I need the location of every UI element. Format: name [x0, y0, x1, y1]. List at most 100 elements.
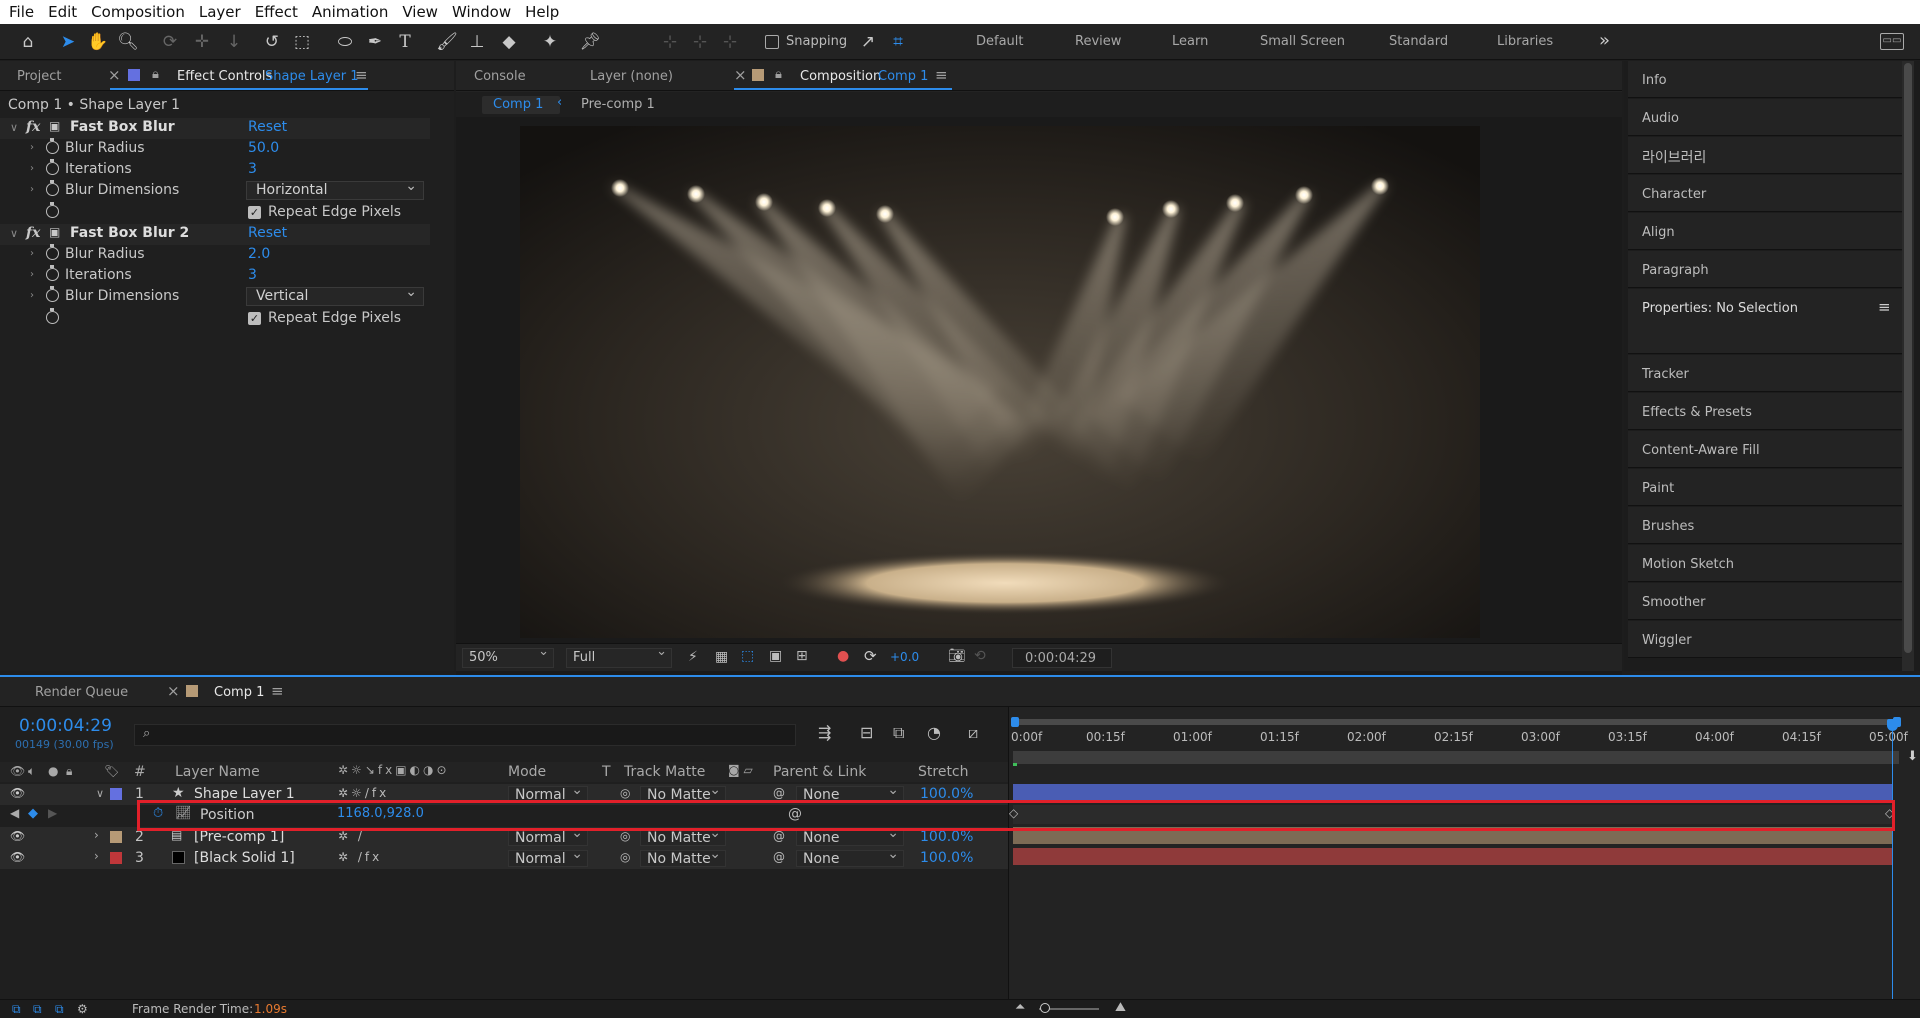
tab-comp1[interactable]: Comp 1 — [214, 685, 264, 700]
timeline-search-input[interactable]: ⌕ — [134, 724, 796, 746]
parent-pickwhip-icon[interactable]: @ — [773, 829, 785, 843]
layer-switches[interactable]: ✲☼/fx — [338, 786, 389, 800]
menu-window[interactable]: Window — [452, 3, 511, 21]
channels-icon[interactable]: ● — [837, 648, 849, 664]
column-stretch[interactable]: Stretch — [918, 764, 969, 780]
expand-icon[interactable]: › — [30, 142, 34, 153]
render-range-bar[interactable] — [1013, 751, 1899, 764]
type-tool-icon[interactable]: T — [393, 30, 417, 54]
transparency-grid-icon[interactable]: ▦ — [715, 649, 728, 665]
close-tab-icon[interactable]: × — [108, 66, 121, 84]
expand-icon[interactable]: › — [30, 290, 34, 301]
tab-project[interactable]: Project — [17, 69, 61, 84]
fast-previews-icon[interactable]: ⚡ — [688, 649, 698, 665]
panel-content-aware-fill[interactable]: Content-Aware Fill — [1628, 431, 1902, 468]
tab-effect-controls-layer[interactable]: Shape Layer 1 — [265, 69, 359, 84]
grid-guides-icon[interactable]: ⊞ — [796, 648, 808, 664]
menu-view[interactable]: View — [402, 3, 438, 21]
frame-blending-icon[interactable]: ⧉ — [893, 723, 904, 743]
tab-console[interactable]: Console — [474, 69, 526, 84]
lock-icon[interactable]: 🔒︎ — [152, 67, 159, 82]
motion-blur-icon[interactable]: ◔ — [927, 723, 941, 742]
composition-canvas[interactable] — [520, 126, 1480, 638]
blur-radius-value[interactable]: 50.0 — [248, 140, 279, 156]
zoom-dropdown[interactable]: 50% — [462, 644, 554, 668]
mask-path-icon[interactable]: ⬚ — [741, 648, 754, 664]
column-mode[interactable]: Mode — [508, 764, 546, 780]
puppet-tool-icon[interactable]: 📌︎ — [578, 30, 602, 54]
stopwatch-icon[interactable] — [46, 265, 59, 281]
repeat-edge-checkbox[interactable]: ✓ — [248, 312, 261, 325]
layer-name[interactable]: [Black Solid 1] — [194, 850, 295, 866]
column-layer-name[interactable]: Layer Name — [175, 764, 260, 780]
prev-keyframe-icon[interactable]: ◀ — [10, 806, 19, 820]
blur-dimensions-dropdown[interactable]: Horizontal — [246, 178, 424, 200]
axis-view-icon[interactable]: ⊹ — [718, 30, 742, 54]
pen-tool-icon[interactable]: ✒ — [363, 30, 387, 54]
parent-dropdown[interactable]: None — [796, 825, 904, 846]
eye-icon[interactable]: 👁︎ — [10, 829, 25, 843]
column-parent-link[interactable]: Parent & Link — [773, 764, 866, 780]
snap-edges-icon[interactable]: ↗ — [856, 30, 880, 54]
stopwatch-icon[interactable] — [46, 308, 59, 324]
pan-camera-icon[interactable]: ✛ — [190, 30, 214, 54]
add-keyframe-icon[interactable]: ◆ — [28, 806, 38, 821]
panel-menu-icon[interactable]: ≡ — [271, 682, 284, 700]
menu-animation[interactable]: Animation — [312, 3, 388, 21]
modes-toggle-icon[interactable]: ⧉ — [33, 1002, 42, 1017]
close-tab-icon[interactable]: × — [167, 682, 180, 700]
stopwatch-icon[interactable] — [46, 244, 59, 260]
playhead-line[interactable] — [1892, 719, 1893, 1018]
selection-tool-icon[interactable]: ➤ — [56, 30, 80, 54]
parent-dropdown[interactable]: None — [796, 846, 904, 867]
panel-paint[interactable]: Paint — [1628, 469, 1902, 506]
graph-editor-icon[interactable]: ⧄ — [968, 723, 978, 743]
matte-link-icon[interactable]: ◎ — [620, 786, 630, 800]
panel-wiggler[interactable]: Wiggler — [1628, 621, 1902, 658]
effect-header-row[interactable]: ∨ fx ▣ Fast Box Blur Reset — [0, 118, 430, 139]
region-of-interest-icon[interactable]: ▣ — [769, 648, 782, 664]
fx-icon[interactable]: fx — [26, 225, 40, 241]
workspaces-overflow-icon[interactable]: » — [1599, 30, 1610, 51]
pan-behind-tool-icon[interactable]: ⬚ — [290, 30, 314, 54]
stopwatch-icon[interactable] — [46, 159, 59, 175]
timeline-timecode[interactable]: 0:00:04:29 — [19, 716, 112, 736]
expand-icon[interactable]: › — [30, 248, 34, 259]
scrollbar-thumb[interactable] — [1904, 63, 1912, 653]
right-panels-scrollbar[interactable] — [1902, 61, 1914, 671]
workspace-default[interactable]: Default — [976, 34, 1024, 49]
panel-paragraph[interactable]: Paragraph — [1628, 251, 1902, 288]
stopwatch-icon[interactable] — [46, 138, 59, 154]
stretch-toggle-icon[interactable]: ⚙︎ — [77, 1002, 88, 1016]
tab-layer[interactable]: Layer (none) — [590, 69, 673, 84]
axis-world-icon[interactable]: ⊹ — [688, 30, 712, 54]
layer-switches[interactable]: ✲ /fx — [338, 850, 382, 864]
parent-pickwhip-icon[interactable]: @ — [773, 786, 785, 800]
stretch-value[interactable]: 100.0% — [920, 850, 973, 866]
home-icon[interactable]: ⌂ — [16, 30, 40, 54]
workspace-small-screen[interactable]: Small Screen — [1260, 34, 1345, 49]
comp-nav-precomp1[interactable]: Pre-comp 1 — [581, 97, 655, 112]
panel-smoother[interactable]: Smoother — [1628, 583, 1902, 620]
collapse-icon[interactable]: ∨ — [96, 787, 104, 800]
matte-link-icon[interactable]: ◎ — [620, 850, 630, 864]
exposure-value[interactable]: +0.0 — [890, 650, 919, 664]
layer-bar-3[interactable] — [1013, 848, 1893, 865]
stopwatch-icon[interactable] — [46, 202, 59, 218]
roto-brush-tool-icon[interactable]: ✦ — [538, 30, 562, 54]
fx-icon[interactable]: fx — [26, 119, 40, 135]
mode-dropdown[interactable]: Normal — [508, 846, 588, 867]
expand-icon[interactable]: › — [94, 849, 99, 863]
menu-file[interactable]: File — [9, 3, 34, 21]
expand-icon[interactable]: › — [30, 269, 34, 280]
workspace-learn[interactable]: Learn — [1172, 34, 1208, 49]
show-snapshot-icon[interactable]: ⟲ — [974, 648, 986, 664]
tab-render-queue[interactable]: Render Queue — [35, 685, 128, 700]
in-out-toggle-icon[interactable]: ⧉ — [55, 1002, 64, 1017]
blur-dimensions-dropdown[interactable]: Vertical — [246, 284, 424, 306]
workspace-libraries[interactable]: Libraries — [1497, 34, 1553, 49]
expand-icon[interactable]: › — [30, 163, 34, 174]
expand-icon[interactable]: › — [30, 184, 34, 195]
hand-tool-icon[interactable]: ✋ — [86, 30, 110, 54]
tab-composition[interactable]: Composition — [800, 69, 881, 84]
